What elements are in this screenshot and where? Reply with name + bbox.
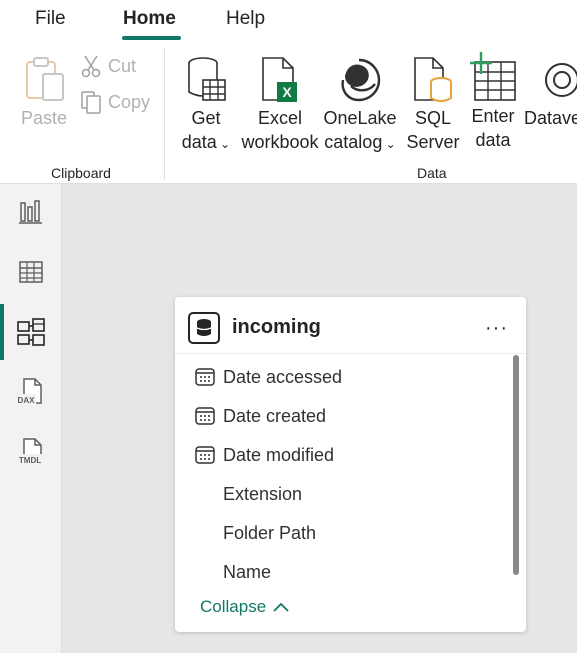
more-options-button[interactable]: ··· <box>485 317 508 340</box>
report-view-icon <box>19 200 42 224</box>
model-view-icon <box>17 318 45 346</box>
tab-help[interactable]: Help <box>226 8 265 30</box>
paste-icon <box>26 57 64 101</box>
onelake-label-1: OneLake <box>323 108 397 128</box>
field-label: Name <box>223 561 272 582</box>
tmdl-view-icon: TMDL <box>15 438 45 465</box>
clipboard-group-label: Clipboard <box>51 165 111 181</box>
dax-query-icon: DAX <box>16 378 42 405</box>
report-view-button[interactable] <box>0 184 62 240</box>
table-database-icon <box>188 312 220 344</box>
table-view-button[interactable] <box>0 244 62 300</box>
field-row[interactable]: Folder Path <box>195 518 316 548</box>
field-row[interactable]: Name <box>195 557 271 587</box>
sql-server-icon <box>414 57 452 102</box>
copy-icon <box>81 91 101 114</box>
calendar-icon <box>195 407 215 425</box>
tab-file[interactable]: File <box>35 8 66 30</box>
data-group-label: Data <box>417 165 447 181</box>
cut-label: Cut <box>108 55 137 76</box>
sql-label-1: SQL <box>414 108 452 128</box>
excel-label-2: workbook <box>241 132 319 152</box>
excel-label-1: Excel <box>257 108 302 128</box>
onelake-label-2: catalog ⌄ <box>322 130 398 156</box>
excel-icon: X <box>262 57 297 102</box>
collapse-button[interactable]: Collapse <box>200 597 290 617</box>
get-data-button[interactable]: Get data ⌄ <box>180 56 232 156</box>
field-label: Date modified <box>223 444 335 465</box>
field-row[interactable]: Date modified <box>195 440 334 470</box>
model-view-button[interactable] <box>0 304 62 360</box>
svg-text:X: X <box>282 84 292 100</box>
calendar-icon <box>195 368 215 386</box>
copy-button[interactable]: Copy <box>80 90 150 114</box>
calendar-icon <box>195 446 215 464</box>
field-label: Extension <box>223 483 303 504</box>
field-row[interactable]: Date created <box>195 401 326 431</box>
dataverse-label: Datave <box>524 108 577 128</box>
table-card[interactable]: incoming ··· Date accessed Date created … <box>175 297 526 632</box>
dax-text: DAX <box>18 396 36 405</box>
get-data-label-1: Get <box>191 108 221 128</box>
card-scrollbar[interactable] <box>513 355 519 575</box>
view-rail: DAX TMDL <box>0 184 62 653</box>
active-tab-indicator <box>122 36 181 40</box>
field-label: Date accessed <box>223 366 343 387</box>
menu-bar: File Home Help <box>0 0 577 42</box>
cut-button[interactable]: Cut <box>80 54 136 78</box>
ribbon: Paste Cut Copy Clipboard Get data ⌄ X Ex… <box>0 42 577 184</box>
field-row[interactable]: Extension <box>195 479 302 509</box>
chevron-down-icon: ⌄ <box>382 137 396 151</box>
tmdl-view-button[interactable]: TMDL <box>0 424 62 480</box>
enter-label-2: data <box>475 130 511 150</box>
get-data-text: data <box>181 132 217 152</box>
chevron-up-icon <box>273 602 289 612</box>
dax-query-view-button[interactable]: DAX <box>0 364 62 420</box>
field-row[interactable]: Date accessed <box>195 362 342 392</box>
onelake-catalog-button[interactable]: OneLake catalog ⌄ <box>322 56 398 156</box>
chevron-down-icon: ⌄ <box>216 137 231 151</box>
paste-button[interactable]: Paste <box>18 56 70 130</box>
scissors-icon <box>81 55 101 78</box>
copy-label: Copy <box>108 91 151 112</box>
card-header[interactable]: incoming ··· <box>175 297 526 354</box>
onelake-text: catalog <box>324 132 383 152</box>
collapse-label: Collapse <box>200 597 267 616</box>
onelake-icon <box>341 58 381 102</box>
enter-data-button[interactable]: Enter data <box>466 52 520 152</box>
get-data-label-2: data ⌄ <box>180 130 232 156</box>
sql-server-button[interactable]: SQL Server <box>405 56 461 154</box>
dataverse-icon <box>545 63 577 97</box>
group-divider <box>164 48 165 180</box>
table-view-icon <box>19 261 43 283</box>
field-label: Folder Path <box>223 522 317 543</box>
enter-label-1: Enter <box>471 106 515 126</box>
excel-workbook-button[interactable]: X Excel workbook <box>240 56 320 154</box>
tmdl-text: TMDL <box>19 456 41 465</box>
dataverse-button[interactable]: Datave <box>524 56 577 130</box>
paste-label: Paste <box>20 108 68 128</box>
sql-label-2: Server <box>406 132 460 152</box>
table-title: incoming <box>232 316 321 338</box>
enter-data-icon <box>470 52 516 101</box>
field-label: Date created <box>223 405 327 426</box>
tab-home[interactable]: Home <box>123 8 176 30</box>
database-icon <box>188 57 226 101</box>
